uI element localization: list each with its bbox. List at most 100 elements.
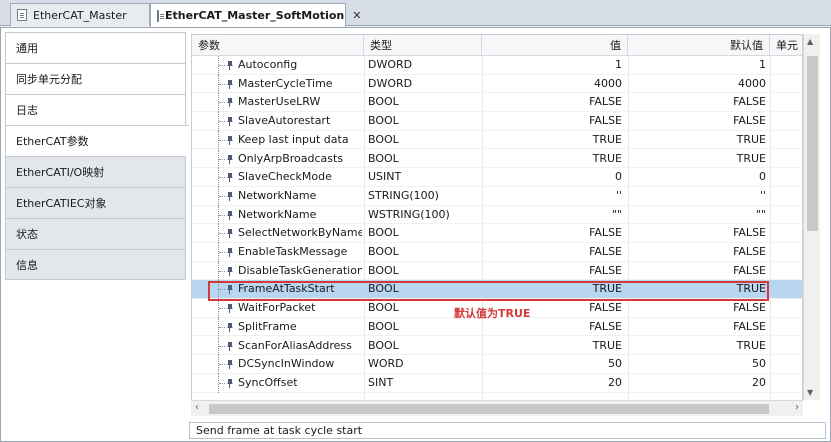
param-name: OnlyArpBroadcasts bbox=[238, 151, 344, 165]
tree-branch bbox=[219, 177, 225, 179]
param-value-cell[interactable]: '' bbox=[482, 187, 622, 206]
nav-item-info[interactable]: 信息 bbox=[5, 249, 186, 280]
nav-item-label: 日志 bbox=[16, 104, 38, 117]
scroll-down-arrow-icon[interactable]: ▼ bbox=[807, 388, 813, 397]
param-name-cell: MasterUseLRW bbox=[202, 93, 362, 113]
nav-item-general[interactable]: 通用 bbox=[5, 32, 186, 63]
param-name-cell: ScanForAliasAddress bbox=[202, 336, 362, 356]
param-name: MasterUseLRW bbox=[238, 95, 321, 109]
tree-branch bbox=[219, 158, 225, 160]
param-name-cell: DisableTaskGeneration bbox=[202, 261, 362, 281]
param-value-cell[interactable]: 20 bbox=[482, 374, 622, 393]
param-value-cell[interactable]: FALSE bbox=[482, 262, 622, 281]
nav-item-label: 状态 bbox=[16, 228, 38, 241]
param-name-cell: OnlyArpBroadcasts bbox=[202, 149, 362, 169]
table-row[interactable]: Keep last input data BOOL TRUE TRUE bbox=[192, 130, 802, 150]
column-header-type[interactable]: 类型 bbox=[364, 35, 482, 56]
tree-branch bbox=[219, 289, 225, 291]
table-row[interactable]: Autoconfig DWORD 1 1 bbox=[192, 56, 802, 75]
param-value-cell[interactable]: FALSE bbox=[482, 243, 622, 262]
column-header-unit[interactable]: 单元 bbox=[770, 35, 802, 56]
param-value-cell[interactable]: 1 bbox=[482, 56, 622, 75]
tree-branch bbox=[219, 308, 225, 310]
nav-item-log[interactable]: 日志 bbox=[5, 94, 186, 125]
tab-ethercat-master-softmotion[interactable]: EtherCAT_Master_SoftMotion ✕ bbox=[150, 3, 361, 27]
param-value-cell[interactable]: "" bbox=[482, 206, 622, 225]
scroll-up-arrow-icon[interactable]: ▲ bbox=[807, 37, 813, 46]
table-row[interactable]: OnlyArpBroadcasts BOOL TRUE TRUE bbox=[192, 149, 802, 169]
tab-label: EtherCAT_Master bbox=[33, 8, 127, 22]
nav-item-label: EtherCAT参数 bbox=[16, 135, 89, 148]
column-header-default[interactable]: 默认值 bbox=[628, 35, 770, 56]
table-row[interactable]: FrameAtTaskStart BOOL TRUE TRUE bbox=[192, 280, 802, 300]
param-value-cell[interactable]: TRUE bbox=[482, 280, 622, 299]
scroll-left-arrow-icon[interactable]: ‹ bbox=[195, 402, 199, 413]
scroll-right-arrow-icon[interactable]: › bbox=[795, 402, 799, 413]
table-row[interactable]: MasterCycleTime DWORD 4000 4000 bbox=[192, 74, 802, 94]
tree-branch bbox=[219, 121, 225, 123]
param-name-cell: MasterCycleTime bbox=[202, 74, 362, 94]
param-type-cell: WSTRING(100) bbox=[368, 207, 450, 221]
parameter-icon bbox=[227, 229, 233, 239]
param-value-cell[interactable]: 0 bbox=[482, 168, 622, 187]
parameter-icon bbox=[227, 191, 233, 201]
param-value-cell[interactable]: 4000 bbox=[482, 75, 622, 94]
table-row[interactable]: EnableTaskMessage BOOL FALSE FALSE bbox=[192, 243, 802, 262]
nav-item-sync-unit[interactable]: 同步单元分配 bbox=[5, 63, 186, 94]
nav-item-ethercat-iec-objects[interactable]: EtherCATIEC对象 bbox=[5, 187, 186, 218]
param-type-cell: BOOL bbox=[368, 226, 399, 240]
column-header-param[interactable]: 参数 bbox=[192, 35, 364, 56]
table-row[interactable]: SyncOffset SINT 20 20 bbox=[192, 373, 802, 393]
tree-branch bbox=[219, 102, 225, 104]
tab-ethercat-master[interactable]: EtherCAT_Master bbox=[10, 3, 150, 26]
nav-item-ethercat-params[interactable]: EtherCAT参数 bbox=[5, 125, 189, 156]
param-type-cell: DWORD bbox=[368, 58, 413, 71]
param-value-cell[interactable]: FALSE bbox=[482, 93, 622, 112]
parameter-icon bbox=[227, 154, 233, 164]
param-value-cell[interactable]: FALSE bbox=[482, 224, 622, 243]
tree-branch bbox=[219, 252, 225, 253]
parameter-icon bbox=[227, 135, 233, 145]
param-default-cell: 0 bbox=[759, 170, 766, 184]
param-value-cell[interactable]: TRUE bbox=[482, 337, 622, 356]
close-icon[interactable]: ✕ bbox=[352, 9, 361, 22]
parameter-icon bbox=[227, 248, 233, 257]
tree-branch bbox=[219, 270, 225, 272]
table-row[interactable]: SlaveCheckMode USINT 0 0 bbox=[192, 168, 802, 187]
horizontal-scrollbar[interactable]: ‹ › bbox=[191, 400, 803, 416]
tree-branch bbox=[219, 214, 225, 216]
column-header-value[interactable]: 值 bbox=[482, 35, 628, 56]
table-row[interactable]: MasterUseLRW BOOL FALSE FALSE bbox=[192, 93, 802, 113]
parameter-icon bbox=[227, 61, 233, 70]
table-row[interactable]: SlaveAutorestart BOOL FALSE FALSE bbox=[192, 112, 802, 131]
nav-item-ethercat-io-mapping[interactable]: EtherCATI/O映射 bbox=[5, 156, 186, 187]
vertical-scroll-thumb[interactable] bbox=[807, 56, 818, 231]
table-row[interactable]: SelectNetworkByName BOOL FALSE FALSE bbox=[192, 224, 802, 243]
param-value-cell[interactable]: FALSE bbox=[482, 112, 622, 131]
param-value-cell[interactable]: TRUE bbox=[482, 150, 622, 169]
param-type-cell: BOOL bbox=[368, 151, 399, 165]
param-default-cell: FALSE bbox=[733, 95, 766, 109]
param-default-cell: "" bbox=[755, 207, 766, 221]
table-row[interactable]: DCSyncInWindow WORD 50 50 bbox=[192, 355, 802, 374]
param-name-cell: SlaveCheckMode bbox=[202, 168, 362, 187]
table-row[interactable]: ScanForAliasAddress BOOL TRUE TRUE bbox=[192, 336, 802, 356]
parameter-icon bbox=[227, 304, 233, 314]
nav-item-status[interactable]: 状态 bbox=[5, 218, 186, 249]
param-default-cell: FALSE bbox=[733, 226, 766, 240]
param-default-cell: TRUE bbox=[736, 151, 766, 165]
horizontal-scroll-thumb[interactable] bbox=[209, 404, 769, 414]
param-default-cell: FALSE bbox=[733, 263, 766, 277]
param-name-cell: SlaveAutorestart bbox=[202, 112, 362, 131]
param-name: SlaveAutorestart bbox=[238, 114, 331, 128]
param-value-cell[interactable]: 50 bbox=[482, 355, 622, 374]
vertical-scrollbar[interactable]: ▲ ▼ bbox=[803, 34, 820, 400]
table-row[interactable]: NetworkName WSTRING(100) "" "" bbox=[192, 205, 802, 225]
param-value-cell[interactable]: TRUE bbox=[482, 131, 622, 150]
param-name-cell: SelectNetworkByName bbox=[202, 224, 362, 243]
table-row[interactable]: NetworkName STRING(100) '' '' bbox=[192, 186, 802, 206]
table-row[interactable]: DisableTaskGeneration BOOL FALSE FALSE bbox=[192, 261, 802, 281]
parameter-icon bbox=[227, 210, 233, 220]
param-default-cell: TRUE bbox=[736, 282, 766, 296]
param-name-cell: DCSyncInWindow bbox=[202, 355, 362, 374]
